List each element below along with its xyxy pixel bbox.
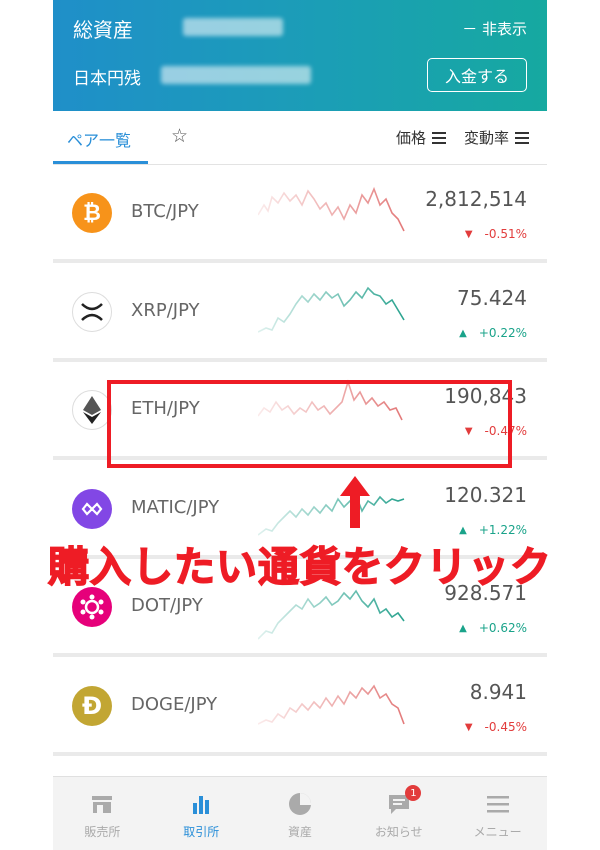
nav-assets-label: 資産: [287, 825, 312, 839]
bar-chart-icon: [193, 796, 210, 814]
pair-price: 120.321: [444, 483, 527, 507]
down-triangle-icon: ▼: [464, 721, 473, 733]
sort-price-label: 価格: [396, 129, 427, 147]
sparkline-path: [258, 684, 405, 725]
row-divider: [53, 259, 547, 263]
sort-by-change[interactable]: 変動率: [464, 127, 530, 148]
sparkline-path: [258, 493, 405, 536]
down-triangle-icon: ▼: [464, 228, 473, 240]
nav-store-label: 販売所: [84, 825, 121, 839]
price-sparkline: [258, 186, 405, 232]
change-value: +0.22%: [478, 326, 527, 340]
change-value: +0.62%: [478, 621, 527, 635]
sparkline-path: [258, 589, 405, 640]
change-value: -0.51%: [484, 227, 527, 241]
nav-notifications-label: お知らせ: [374, 825, 423, 839]
change-value: -0.45%: [484, 720, 527, 734]
pair-change: ▼ -0.45%: [465, 720, 527, 734]
nav-exchange-label: 取引所: [183, 825, 220, 839]
pair-row-xrp[interactable]: XRP/JPY 75.424 ▲ +0.22%: [53, 264, 547, 362]
deposit-button[interactable]: 入金する: [427, 58, 527, 92]
notification-badge: 1: [405, 785, 422, 801]
instruction-callout: 購入したい通貨をクリック: [47, 542, 552, 592]
pair-change: ▲ +0.22%: [459, 326, 527, 340]
price-sparkline: [258, 286, 405, 333]
nav-notifications[interactable]: 1 お知らせ: [349, 777, 448, 850]
pair-price: 8.941: [469, 680, 527, 704]
nav-assets[interactable]: 資産: [251, 777, 350, 850]
favorite-star-icon[interactable]: ☆: [171, 125, 188, 147]
total-assets-label: 総資産: [73, 18, 133, 42]
sort-by-price[interactable]: 価格: [396, 127, 447, 148]
pie-chart-icon: [288, 793, 311, 815]
hide-toggle[interactable]: － 非表示: [462, 18, 527, 39]
nav-exchange[interactable]: 取引所: [152, 777, 251, 850]
sparkline-path: [258, 286, 405, 333]
pair-change: ▲ +0.62%: [459, 621, 527, 635]
up-triangle-icon: ▲: [459, 622, 467, 634]
pair-change: ▼ -0.51%: [465, 227, 527, 241]
asset-header: 総資産 － 非表示 日本円残 入金する: [53, 0, 547, 111]
sparkline-path: [258, 186, 405, 232]
list-sort-icon: [515, 131, 530, 144]
pair-name: BTC/JPY: [131, 201, 199, 222]
jpy-balance-label: 日本円残: [73, 69, 141, 89]
menu-icon: [486, 796, 509, 813]
sort-change-label: 変動率: [464, 129, 510, 147]
active-tab-indicator: [53, 161, 148, 164]
pair-row-doge[interactable]: Ð DOGE/JPY 8.941 ▼ -0.45%: [53, 658, 547, 756]
up-arrow-icon: [340, 476, 370, 528]
pair-price: 75.424: [457, 286, 527, 310]
nav-menu-label: メニュー: [473, 825, 522, 839]
jpy-balance-value-blurred: [161, 66, 311, 84]
polygon-icon: [72, 489, 112, 529]
ethereum-icon: [72, 390, 112, 430]
polkadot-icon: [72, 587, 112, 627]
bottom-navigation: 販売所 取引所 資産 1 お知らせ メニュー: [53, 776, 547, 850]
bitcoin-icon: ₿: [72, 193, 112, 233]
pair-row-btc[interactable]: ₿ BTC/JPY 2,812,514 ▼ -0.51%: [53, 165, 547, 263]
pair-name: DOGE/JPY: [131, 694, 218, 715]
eth-row-highlight: [107, 380, 512, 468]
dogecoin-icon: Ð: [72, 686, 112, 726]
xrp-icon: [72, 292, 112, 332]
pair-tabs: ペア一覧 ☆ 価格 変動率: [53, 111, 547, 165]
row-divider: [53, 752, 547, 756]
price-sparkline: [258, 684, 405, 725]
pair-name: MATIC/JPY: [131, 497, 220, 518]
nav-store[interactable]: 販売所: [53, 777, 152, 850]
total-assets-value-blurred: [183, 18, 283, 36]
store-icon: [92, 796, 113, 813]
pair-name: XRP/JPY: [131, 300, 200, 321]
list-sort-icon: [432, 131, 447, 144]
up-triangle-icon: ▲: [459, 327, 467, 339]
row-divider: [53, 653, 547, 657]
pair-price: 2,812,514: [425, 187, 527, 211]
pair-name: DOT/JPY: [131, 595, 203, 616]
nav-menu[interactable]: メニュー: [448, 777, 547, 850]
tab-pair-list[interactable]: ペア一覧: [67, 127, 131, 151]
